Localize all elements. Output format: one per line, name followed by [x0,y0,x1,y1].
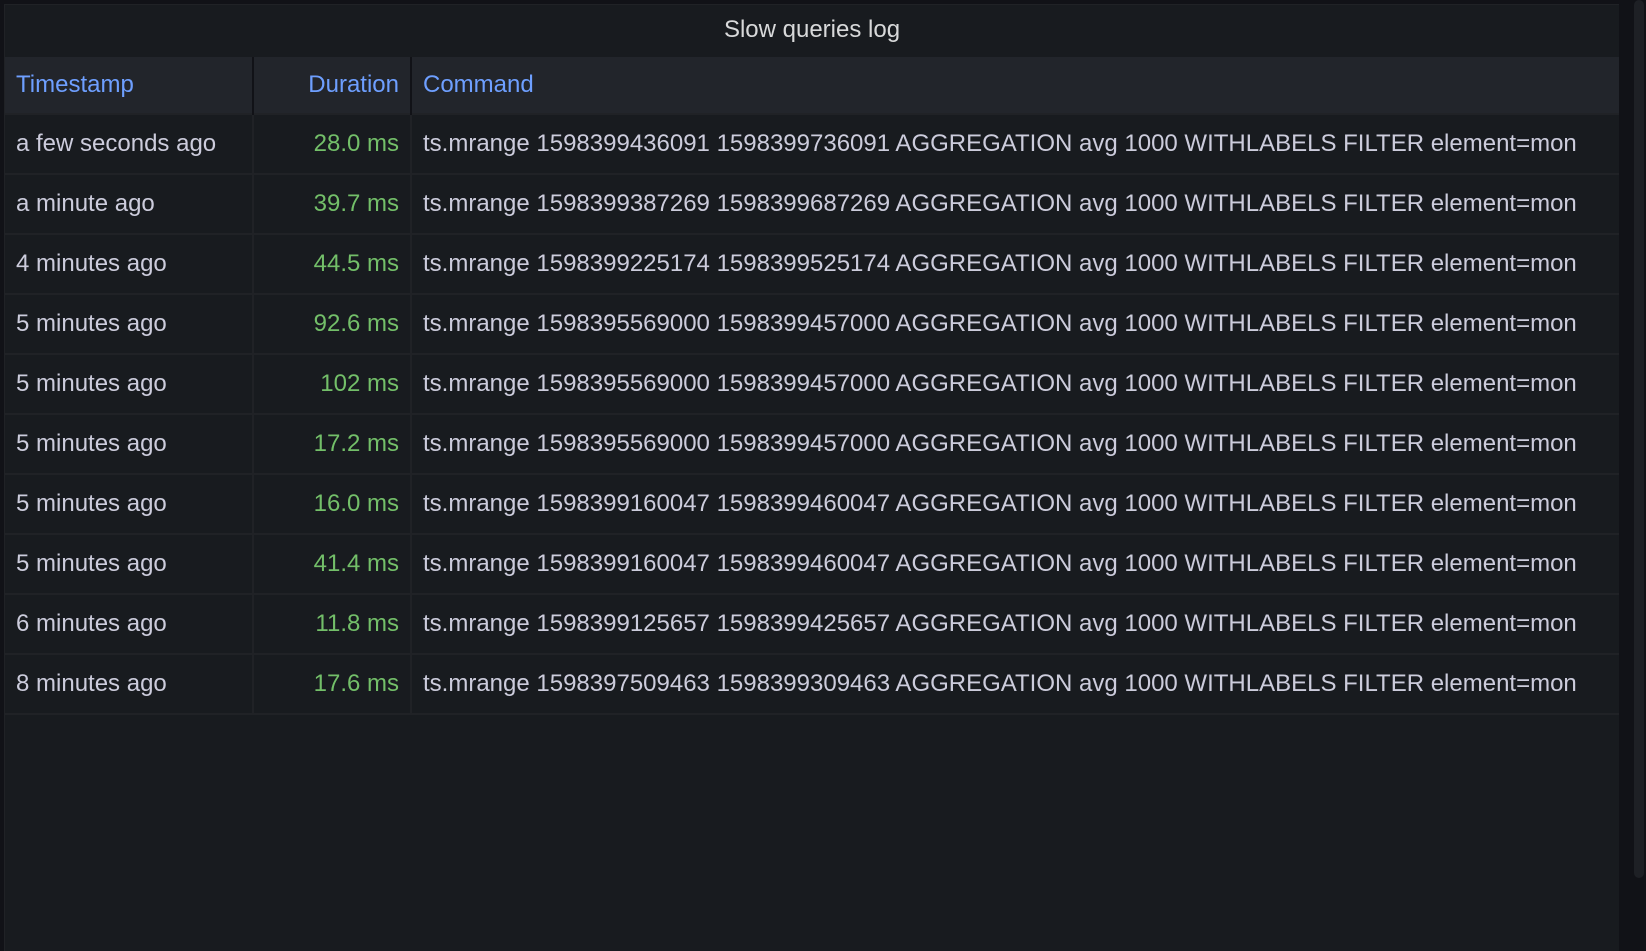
command-cell: ts.mrange 1598399160047 1598399460047 AG… [410,533,1619,594]
slow-queries-panel: Slow queries log Timestamp Duration Comm… [4,4,1619,951]
timestamp-cell: 5 minutes ago [5,533,253,594]
duration-cell: 11.8 ms [252,593,411,654]
table-row: 5 minutes ago 102 ms ts.mrange 159839556… [5,353,1619,414]
duration-cell: 39.7 ms [252,173,411,234]
duration-cell: 102 ms [252,353,411,414]
slow-queries-table: Timestamp Duration Command a few seconds… [5,57,1619,715]
table-row: a minute ago 39.7 ms ts.mrange 159839938… [5,173,1619,234]
command-cell: ts.mrange 1598395569000 1598399457000 AG… [410,353,1619,414]
table-row: 5 minutes ago 41.4 ms ts.mrange 15983991… [5,533,1619,594]
table-row: 4 minutes ago 44.5 ms ts.mrange 15983992… [5,233,1619,294]
timestamp-cell: 6 minutes ago [5,593,253,654]
command-cell: ts.mrange 1598399160047 1598399460047 AG… [410,473,1619,534]
command-cell: ts.mrange 1598397509463 1598399309463 AG… [410,653,1619,715]
duration-cell: 28.0 ms [252,113,411,174]
command-cell: ts.mrange 1598395569000 1598399457000 AG… [410,413,1619,474]
command-cell: ts.mrange 1598399125657 1598399425657 AG… [410,593,1619,654]
column-header-command[interactable]: Command [410,57,1619,114]
table-row: 5 minutes ago 92.6 ms ts.mrange 15983955… [5,293,1619,354]
duration-cell: 16.0 ms [252,473,411,534]
duration-cell: 44.5 ms [252,233,411,294]
slow-queries-table-container: Timestamp Duration Command a few seconds… [5,57,1619,715]
command-cell: ts.mrange 1598399225174 1598399525174 AG… [410,233,1619,294]
duration-cell: 41.4 ms [252,533,411,594]
timestamp-cell: 5 minutes ago [5,413,253,474]
column-header-timestamp[interactable]: Timestamp [5,57,253,114]
table-row: 8 minutes ago 17.6 ms ts.mrange 15983975… [5,653,1619,715]
command-cell: ts.mrange 1598399436091 1598399736091 AG… [410,113,1619,174]
table-row: 6 minutes ago 11.8 ms ts.mrange 15983991… [5,593,1619,654]
table-header-row: Timestamp Duration Command [5,57,1619,114]
duration-cell: 17.2 ms [252,413,411,474]
command-cell: ts.mrange 1598399387269 1598399687269 AG… [410,173,1619,234]
timestamp-cell: 5 minutes ago [5,473,253,534]
table-row: 5 minutes ago 17.2 ms ts.mrange 15983955… [5,413,1619,474]
command-cell: ts.mrange 1598395569000 1598399457000 AG… [410,293,1619,354]
timestamp-cell: 8 minutes ago [5,653,253,715]
timestamp-cell: 5 minutes ago [5,353,253,414]
timestamp-cell: 5 minutes ago [5,293,253,354]
timestamp-cell: a few seconds ago [5,113,253,174]
timestamp-cell: 4 minutes ago [5,233,253,294]
vertical-scrollbar[interactable] [1634,0,1644,878]
duration-cell: 92.6 ms [252,293,411,354]
duration-cell: 17.6 ms [252,653,411,715]
panel-title[interactable]: Slow queries log [5,5,1619,55]
table-row: 5 minutes ago 16.0 ms ts.mrange 15983991… [5,473,1619,534]
column-header-duration[interactable]: Duration [252,57,411,114]
table-row: a few seconds ago 28.0 ms ts.mrange 1598… [5,113,1619,174]
timestamp-cell: a minute ago [5,173,253,234]
